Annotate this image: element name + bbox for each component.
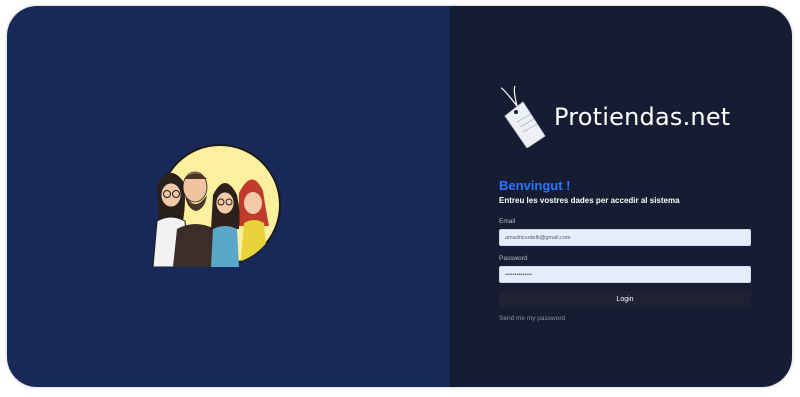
team-avatar-illustration (152, 144, 281, 267)
password-field[interactable] (499, 266, 751, 283)
password-label: Password (499, 255, 528, 262)
send-password-link[interactable]: Send me my password (499, 315, 565, 322)
login-window: Protiendas.net Benvingut ! Entreu les vo… (7, 6, 792, 387)
illustration-panel (7, 6, 450, 387)
brand-logo: Protiendas.net (497, 84, 730, 148)
email-label: Email (499, 218, 516, 225)
login-form: Benvingut ! Entreu les vostres dades per… (499, 178, 751, 325)
price-tag-icon (500, 85, 546, 148)
login-panel: Protiendas.net Benvingut ! Entreu les vo… (450, 6, 792, 387)
welcome-heading: Benvingut ! (499, 178, 571, 193)
login-subtitle: Entreu les vostres dades per accedir al … (499, 196, 680, 205)
email-field[interactable] (499, 229, 751, 246)
brand-name: Protiendas.net (554, 103, 731, 131)
login-button[interactable]: Login (499, 291, 751, 307)
